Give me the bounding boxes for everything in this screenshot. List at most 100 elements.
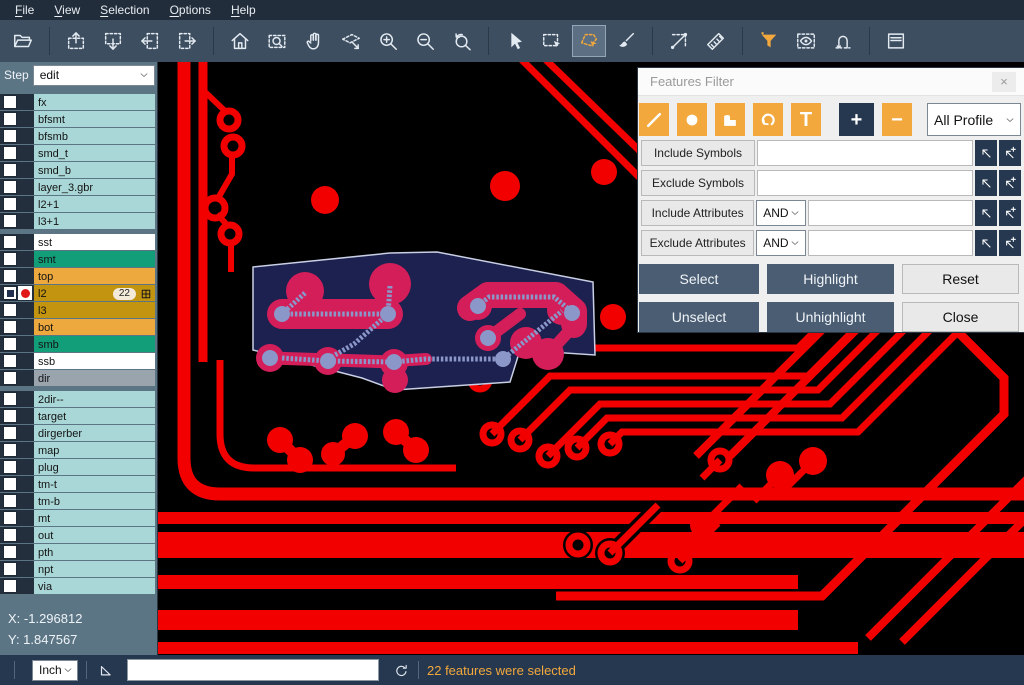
- layer-visibility-checkbox[interactable]: [3, 235, 17, 249]
- step-select[interactable]: edit: [33, 65, 155, 86]
- layer-name[interactable]: plug: [34, 459, 155, 475]
- pick-add-icon[interactable]: [999, 140, 1021, 166]
- layer-name[interactable]: l222: [34, 285, 155, 301]
- pick-icon[interactable]: [975, 200, 997, 226]
- pick-add-icon[interactable]: [999, 200, 1021, 226]
- include-symbols-input[interactable]: [757, 140, 973, 166]
- include-symbols-button[interactable]: Include Symbols: [641, 140, 755, 166]
- layer-visibility-checkbox[interactable]: [3, 269, 17, 283]
- layer-visibility-checkbox[interactable]: [3, 579, 17, 593]
- angle-measure-icon[interactable]: [97, 661, 115, 679]
- close-button[interactable]: Close: [902, 302, 1019, 332]
- select-brush-icon[interactable]: [609, 25, 643, 57]
- zoom-window-icon[interactable]: [260, 25, 294, 57]
- active-layer-indicator[interactable]: [18, 286, 32, 300]
- layer-visibility-checkbox[interactable]: [3, 371, 17, 385]
- pan-down-icon[interactable]: [96, 25, 130, 57]
- menu-help[interactable]: Help: [222, 1, 265, 19]
- layer-name[interactable]: l3+1: [34, 213, 155, 229]
- select-button[interactable]: Select: [639, 264, 759, 294]
- view-options-icon[interactable]: [789, 25, 823, 57]
- include-attributes-button[interactable]: Include Attributes: [641, 200, 754, 226]
- layers-panel-icon[interactable]: [879, 25, 913, 57]
- layer-visibility-checkbox[interactable]: [3, 146, 17, 160]
- close-icon[interactable]: ×: [992, 72, 1016, 92]
- layer-visibility-checkbox[interactable]: [3, 286, 17, 300]
- layer-name[interactable]: pth: [34, 544, 155, 560]
- features-filter-icon[interactable]: [752, 25, 786, 57]
- layer-name[interactable]: ssb: [34, 353, 155, 369]
- zoom-selection-icon[interactable]: [334, 25, 368, 57]
- layer-name[interactable]: bfsmb: [34, 128, 155, 144]
- surface-feature-icon[interactable]: [715, 103, 745, 136]
- select-pointer-icon[interactable]: [498, 25, 532, 57]
- layer-name[interactable]: smd_b: [34, 162, 155, 178]
- layer-name[interactable]: bot: [34, 319, 155, 335]
- exclude-attributes-input[interactable]: [808, 230, 973, 256]
- pan-right-icon[interactable]: [170, 25, 204, 57]
- layer-name[interactable]: npt: [34, 561, 155, 577]
- layer-visibility-checkbox[interactable]: [3, 392, 17, 406]
- layer-name[interactable]: dirgerber: [34, 425, 155, 441]
- and-or-select[interactable]: AND: [756, 200, 806, 226]
- layer-name[interactable]: bfsmt: [34, 111, 155, 127]
- layer-name[interactable]: dir: [34, 370, 155, 386]
- select-polygon-icon[interactable]: [572, 25, 606, 57]
- layer-name[interactable]: 2dir--: [34, 391, 155, 407]
- layer-visibility-checkbox[interactable]: [3, 320, 17, 334]
- layer-visibility-checkbox[interactable]: [3, 562, 17, 576]
- remove-filter-icon[interactable]: −: [882, 103, 912, 136]
- layer-name[interactable]: smd_t: [34, 145, 155, 161]
- measure-distance-icon[interactable]: [662, 25, 696, 57]
- pad-feature-icon[interactable]: [677, 103, 707, 136]
- home-view-icon[interactable]: [223, 25, 257, 57]
- layer-name[interactable]: tm-t: [34, 476, 155, 492]
- layer-visibility-checkbox[interactable]: [3, 443, 17, 457]
- layer-name[interactable]: layer_3.gbr: [34, 179, 155, 195]
- ruler-icon[interactable]: [699, 25, 733, 57]
- menu-options[interactable]: Options: [161, 1, 220, 19]
- reset-button[interactable]: Reset: [902, 264, 1019, 294]
- select-rectangle-icon[interactable]: [535, 25, 569, 57]
- zoom-previous-icon[interactable]: [445, 25, 479, 57]
- and-or-select[interactable]: AND: [756, 230, 806, 256]
- arc-feature-icon[interactable]: [753, 103, 783, 136]
- layer-visibility-checkbox[interactable]: [3, 214, 17, 228]
- layer-visibility-checkbox[interactable]: [3, 252, 17, 266]
- exclude-attributes-button[interactable]: Exclude Attributes: [641, 230, 754, 256]
- pick-icon[interactable]: [975, 230, 997, 256]
- layer-visibility-checkbox[interactable]: [3, 460, 17, 474]
- layer-visibility-checkbox[interactable]: [3, 528, 17, 542]
- exclude-symbols-button[interactable]: Exclude Symbols: [641, 170, 755, 196]
- layer-name[interactable]: top: [34, 268, 155, 284]
- layer-visibility-checkbox[interactable]: [3, 354, 17, 368]
- layer-name[interactable]: mt: [34, 510, 155, 526]
- units-select[interactable]: Inch: [32, 660, 78, 681]
- layer-visibility-checkbox[interactable]: [3, 303, 17, 317]
- layer-visibility-checkbox[interactable]: [3, 95, 17, 109]
- add-filter-icon[interactable]: +: [839, 103, 874, 136]
- command-input[interactable]: [127, 659, 379, 681]
- open-file-icon[interactable]: [6, 25, 40, 57]
- layer-name[interactable]: smt: [34, 251, 155, 267]
- layer-visibility-checkbox[interactable]: [3, 477, 17, 491]
- pick-add-icon[interactable]: [999, 230, 1021, 256]
- line-feature-icon[interactable]: [639, 103, 669, 136]
- layer-visibility-checkbox[interactable]: [3, 494, 17, 508]
- layer-name[interactable]: out: [34, 527, 155, 543]
- menu-file[interactable]: File: [6, 1, 43, 19]
- text-feature-icon[interactable]: T: [791, 103, 821, 136]
- pcb-canvas[interactable]: Features Filter × T+−All Profile Include…: [158, 62, 1024, 655]
- layer-name[interactable]: l3: [34, 302, 155, 318]
- layer-name[interactable]: l2+1: [34, 196, 155, 212]
- menu-selection[interactable]: Selection: [91, 1, 158, 19]
- layer-visibility-checkbox[interactable]: [3, 197, 17, 211]
- unhighlight-button[interactable]: Unhighlight: [767, 302, 894, 332]
- refresh-icon[interactable]: [393, 662, 410, 679]
- snap-icon[interactable]: [826, 25, 860, 57]
- pan-up-icon[interactable]: [59, 25, 93, 57]
- exclude-symbols-input[interactable]: [757, 170, 973, 196]
- layer-visibility-checkbox[interactable]: [3, 163, 17, 177]
- layer-visibility-checkbox[interactable]: [3, 129, 17, 143]
- menu-view[interactable]: View: [45, 1, 89, 19]
